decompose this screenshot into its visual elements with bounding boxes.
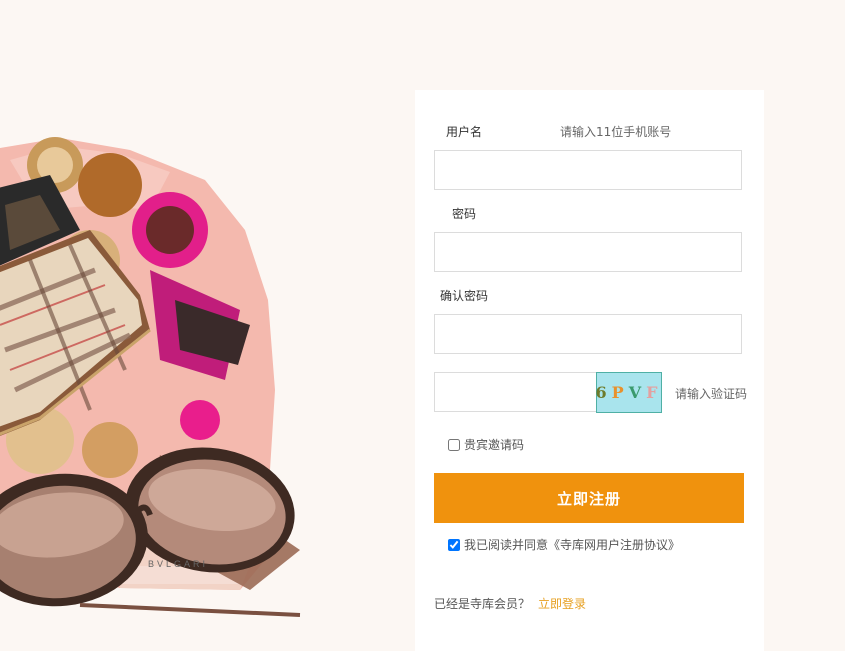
username-input[interactable] [434, 150, 742, 190]
captcha-char: 6 [595, 383, 612, 402]
login-prompt: 已经是寺库会员？ 立即登录 [434, 595, 586, 612]
captcha-hint: 请输入验证码 [675, 387, 748, 401]
register-panel: 用户名 请输入11位手机账号 密码 确认密码 6 P V F 请输入验证码 贵宾… [415, 90, 764, 651]
agreement-checkbox[interactable] [448, 538, 460, 551]
brand-text: BVLGARI [148, 559, 208, 569]
invite-label: 贵宾邀请码 [464, 438, 525, 452]
captcha-input[interactable] [434, 372, 597, 412]
invite-checkbox[interactable] [448, 438, 460, 451]
agreement-toggle[interactable]: 我已阅读并同意《寺库网用户注册协议》 [448, 536, 680, 553]
username-label: 用户名 [446, 125, 483, 139]
captcha-image[interactable]: 6 P V F [596, 372, 662, 413]
password-input[interactable] [434, 232, 742, 272]
confirm-password-input[interactable] [434, 314, 742, 354]
captcha-char: P [611, 383, 629, 402]
hero-image: BVLGARI [0, 120, 330, 651]
captcha-char: V [628, 383, 647, 402]
invite-code-toggle[interactable]: 贵宾邀请码 [448, 436, 524, 453]
register-button[interactable]: 立即注册 [434, 473, 744, 523]
confirm-password-label: 确认密码 [440, 289, 489, 303]
agreement-label: 我已阅读并同意《寺库网用户注册协议》 [464, 538, 681, 552]
member-prompt: 已经是寺库会员？ [434, 597, 531, 611]
password-label: 密码 [452, 207, 477, 221]
captcha-char: F [646, 383, 663, 402]
login-link[interactable]: 立即登录 [538, 597, 586, 611]
username-hint: 请输入11位手机账号 [560, 125, 672, 139]
